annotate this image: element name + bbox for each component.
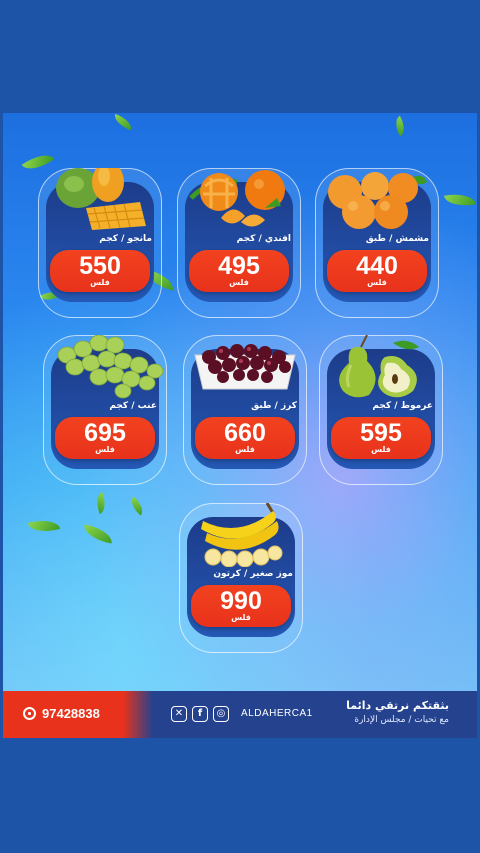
- currency-label: فلس: [95, 445, 115, 454]
- top-margin-band: [0, 0, 480, 113]
- currency-label: فلس: [367, 278, 387, 287]
- product-name: موز صغير / كرتون: [213, 569, 293, 579]
- phone-number[interactable]: 97428838: [42, 706, 100, 721]
- facebook-icon[interactable]: f: [192, 706, 208, 722]
- price-tag: 495 فلس: [189, 250, 289, 292]
- leaf-icon: [92, 491, 110, 515]
- leaf-icon: [82, 524, 114, 544]
- price-poster: مانجو / كجم 550 فلس افندي / كجم 495 فلس: [3, 113, 477, 738]
- product-name: مشمش / طبق: [365, 234, 429, 244]
- slogan-title: بثقتكم نرتقي دائما: [346, 699, 449, 712]
- price-value: 660: [224, 419, 266, 447]
- social-handle[interactable]: ALDAHERCA1: [241, 708, 313, 719]
- phone-area: 97428838: [3, 691, 153, 738]
- leaf-icon: [111, 113, 135, 131]
- apricot-icon: [328, 172, 427, 229]
- product-card-cherries: كرز / طبق 660 فلس: [183, 335, 307, 485]
- phone-contact[interactable]: 97428838: [23, 706, 100, 721]
- product-name: كرز / طبق: [251, 401, 297, 411]
- currency-label: فلس: [371, 445, 391, 454]
- currency-label: فلس: [231, 613, 251, 622]
- product-card-mango: مانجو / كجم 550 فلس: [38, 168, 162, 318]
- product-card-apricot: مشمش / طبق 440 فلس: [315, 168, 439, 318]
- footer-bar: 97428838 ✕ f ◎ ALDAHERCA1 بثقتكم نرتقي د…: [3, 691, 477, 738]
- social-links: ✕ f ◎: [171, 706, 229, 722]
- product-card-tangerine: افندي / كجم 495 فلس: [177, 168, 301, 318]
- product-name: افندي / كجم: [236, 234, 291, 244]
- product-card-banana: موز صغير / كرتون 990 فلس: [179, 503, 303, 653]
- bottom-margin-band: [0, 738, 480, 853]
- product-card-pear: عرموط / كجم 595 فلس: [319, 335, 443, 485]
- currency-label: فلس: [235, 445, 255, 454]
- price-tag: 695 فلس: [55, 417, 155, 459]
- price-tag: 990 فلس: [191, 585, 291, 627]
- price-tag: 440 فلس: [327, 250, 427, 292]
- price-value: 595: [360, 419, 402, 447]
- price-value: 990: [220, 587, 262, 615]
- price-value: 440: [356, 252, 398, 280]
- product-name: عرموط / كجم: [372, 401, 433, 411]
- price-value: 695: [84, 419, 126, 447]
- price-value: 495: [218, 252, 260, 280]
- tangerine-icon: [189, 170, 285, 227]
- currency-label: فلس: [90, 278, 110, 287]
- mango-icon: [56, 168, 146, 230]
- banana-icon: [201, 503, 283, 567]
- leaf-icon: [27, 515, 61, 537]
- currency-label: فلس: [229, 278, 249, 287]
- whatsapp-icon: [23, 707, 36, 720]
- price-value: 550: [79, 252, 121, 280]
- x-icon[interactable]: ✕: [171, 706, 187, 722]
- product-name: عنب / كجم: [109, 401, 157, 411]
- price-tag: 660 فلس: [195, 417, 295, 459]
- product-name: مانجو / كجم: [99, 234, 152, 244]
- price-tag: 550 فلس: [50, 250, 150, 292]
- instagram-icon[interactable]: ◎: [213, 706, 229, 722]
- slogan-subtitle: مع تحيات / مجلس الإدارة: [354, 715, 449, 725]
- grapes-icon: [57, 335, 163, 399]
- cherries-icon: [194, 344, 296, 390]
- leaf-icon: [391, 115, 409, 137]
- pear-icon: [339, 335, 419, 398]
- leaf-icon: [444, 190, 476, 210]
- product-card-grapes: عنب / كجم 695 فلس: [43, 335, 167, 485]
- price-tag: 595 فلس: [331, 417, 431, 459]
- leaf-icon: [126, 496, 148, 516]
